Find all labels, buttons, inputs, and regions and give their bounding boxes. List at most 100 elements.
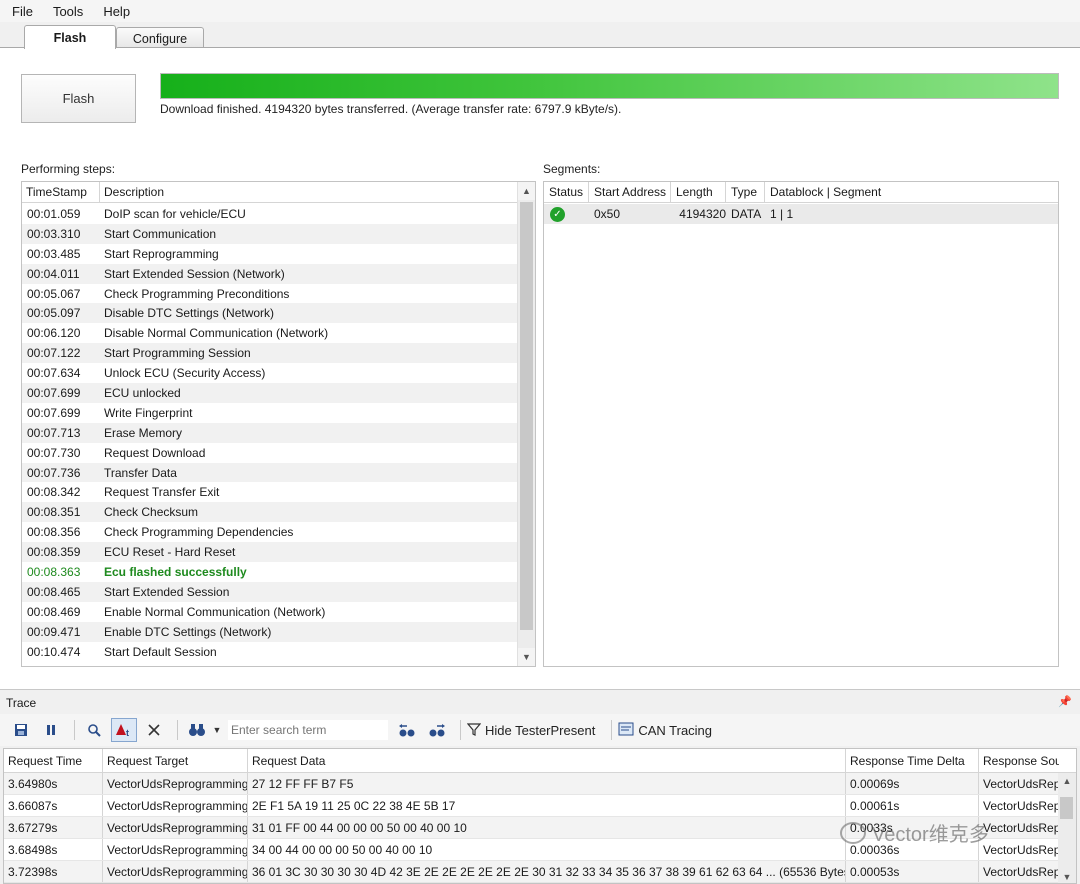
step-description: Enable Normal Communication (Network) <box>104 604 326 619</box>
step-row[interactable]: 00:07.730 Request Download <box>22 443 517 463</box>
step-row[interactable]: 00:07.713 Erase Memory <box>22 422 517 443</box>
can-tracing-button[interactable]: CAN Tracing <box>618 722 712 739</box>
steps-list[interactable]: TimeStamp Description 00:01.059 DoIP scan… <box>21 181 536 667</box>
step-description: Check Programming Preconditions <box>104 286 290 301</box>
step-row[interactable]: 00:03.310 Start Communication <box>22 223 517 244</box>
table-row[interactable]: 3.64980s VectorUdsReprogramming 27 12 FF F… <box>4 773 1076 795</box>
column-datablock[interactable]: Datablock | Segment <box>765 182 1058 202</box>
scroll-down-icon[interactable]: ▼ <box>518 648 535 666</box>
step-description: Disable DTC Settings (Network) <box>104 306 275 321</box>
table-row[interactable]: 3.72398s VectorUdsReprogramming 36 01 3C 3… <box>4 861 1076 883</box>
step-row[interactable]: 00:08.363 Ecu flashed successfully <box>22 562 517 582</box>
step-row[interactable]: 00:07.736 Transfer Data <box>22 462 517 483</box>
step-row[interactable]: 00:05.067 Check Programming Preconditions <box>22 284 517 304</box>
menu-tools[interactable]: Tools <box>53 4 83 19</box>
trace-request-target: VectorUdsReprogramming <box>103 861 248 882</box>
column-response-delta[interactable]: Response Time Delta <box>846 749 979 772</box>
steps-header: TimeStamp Description <box>22 182 517 203</box>
step-row[interactable]: 00:08.351 Check Checksum <box>22 502 517 523</box>
segment-datablock: 1 | 1 <box>770 207 794 221</box>
column-timestamp[interactable]: TimeStamp <box>22 182 100 202</box>
menu-file[interactable]: File <box>12 4 33 19</box>
trace-scrollbar[interactable]: ▲ ▼ <box>1058 773 1076 883</box>
segment-row[interactable]: ✓ 0x50 4194320 DATA 1 | 1 <box>544 204 1058 224</box>
scroll-thumb[interactable] <box>520 202 533 630</box>
column-response-source[interactable]: Response Source <box>979 749 1059 772</box>
column-start-address[interactable]: Start Address <box>589 182 671 202</box>
step-row[interactable]: 00:09.471 Enable DTC Settings (Network) <box>22 621 517 642</box>
step-description: Ecu flashed successfully <box>104 564 247 579</box>
column-length[interactable]: Length <box>671 182 726 202</box>
step-row[interactable]: 00:07.699 Write Fingerprint <box>22 403 517 423</box>
trace-response-delta: 0.00053s <box>846 861 979 882</box>
step-row[interactable]: 00:08.356 Check Programming Dependencies <box>22 522 517 542</box>
step-row[interactable]: 00:04.011 Start Extended Session (Network… <box>22 263 517 284</box>
step-timestamp: 00:08.359 <box>27 545 81 560</box>
find-next-icon[interactable] <box>424 718 450 742</box>
step-timestamp: 00:07.736 <box>27 465 81 480</box>
scroll-thumb[interactable] <box>1060 797 1073 819</box>
step-row[interactable]: 00:03.485 Start Reprogramming <box>22 244 517 264</box>
scroll-up-icon[interactable]: ▲ <box>1058 773 1076 789</box>
find-previous-icon[interactable] <box>394 718 420 742</box>
tab-configure[interactable]: Configure <box>116 27 204 49</box>
column-request-target[interactable]: Request Target <box>103 749 248 772</box>
step-description: Start Default Session <box>104 644 217 659</box>
step-row[interactable]: 00:08.465 Start Extended Session <box>22 581 517 602</box>
trace-request-time: 3.66087s <box>4 795 103 816</box>
column-description[interactable]: Description <box>100 182 517 202</box>
step-row[interactable]: 00:06.120 Disable Normal Communication (N… <box>22 323 517 343</box>
step-row[interactable]: 00:08.342 Request Transfer Exit <box>22 482 517 502</box>
step-description: Request Download <box>104 445 206 460</box>
column-status[interactable]: Status <box>544 182 589 202</box>
segments-table[interactable]: Status Start Address Length Type Datablo… <box>543 181 1059 667</box>
search-input[interactable] <box>228 720 388 740</box>
step-row[interactable]: 00:10.474 Start Default Session <box>22 642 517 662</box>
trace-request-target: VectorUdsReprogramming <box>103 795 248 816</box>
binoculars-icon[interactable] <box>184 718 210 742</box>
column-request-data[interactable]: Request Data <box>248 749 846 772</box>
column-request-time[interactable]: Request Time <box>4 749 103 772</box>
pause-icon[interactable] <box>38 718 64 742</box>
trace-title-bar: Trace 📌 <box>0 692 1080 714</box>
tab-flash[interactable]: Flash <box>24 25 116 49</box>
pin-icon[interactable]: 📌 <box>1058 695 1072 708</box>
scroll-up-icon[interactable]: ▲ <box>518 182 535 200</box>
step-row[interactable]: 00:07.634 Unlock ECU (Security Access) <box>22 363 517 383</box>
segment-length: 4194320 <box>679 207 726 221</box>
step-row[interactable]: 00:08.469 Enable Normal Communication (Ne… <box>22 602 517 622</box>
can-tracing-label: CAN Tracing <box>638 722 713 738</box>
clear-icon[interactable] <box>141 718 167 742</box>
step-timestamp: 00:08.356 <box>27 525 81 540</box>
segment-type: DATA <box>731 207 762 221</box>
column-type[interactable]: Type <box>726 182 765 202</box>
step-row[interactable]: 00:07.699 ECU unlocked <box>22 383 517 403</box>
step-row[interactable]: 00:01.059 DoIP scan for vehicle/ECU <box>22 204 517 224</box>
step-row[interactable]: 00:05.097 Disable DTC Settings (Network) <box>22 303 517 324</box>
step-description: Start Reprogramming <box>104 246 219 261</box>
autoscroll-icon[interactable]: t <box>111 718 137 742</box>
scroll-down-icon[interactable]: ▼ <box>1058 869 1076 883</box>
step-timestamp: 00:06.120 <box>27 326 81 341</box>
menu-help[interactable]: Help <box>103 4 130 19</box>
trace-header: Request Time Request Target Request Data… <box>4 749 1076 773</box>
step-row[interactable]: 00:07.122 Start Programming Session <box>22 343 517 364</box>
trace-request-time: 3.72398s <box>4 861 103 882</box>
step-row[interactable]: 00:08.359 ECU Reset - Hard Reset <box>22 542 517 563</box>
flash-button[interactable]: Flash <box>21 74 136 123</box>
hide-testerpresent-button[interactable]: Hide TesterPresent <box>466 722 595 739</box>
steps-rows: 00:01.059 DoIP scan for vehicle/ECU 00:03.… <box>22 204 517 661</box>
save-icon[interactable] <box>8 718 34 742</box>
step-description: Start Extended Session <box>104 584 230 599</box>
trace-table[interactable]: Request Time Request Target Request Data… <box>3 748 1077 884</box>
zoom-icon[interactable] <box>81 718 107 742</box>
progress-status-text: Download finished. 4194320 bytes transfe… <box>160 102 622 116</box>
step-description: Erase Memory <box>104 425 183 440</box>
menu-bar: File Tools Help <box>0 0 1080 22</box>
step-timestamp: 00:07.699 <box>27 405 81 420</box>
chevron-down-icon[interactable]: ▼ <box>210 718 224 742</box>
table-row[interactable]: 3.66087s VectorUdsReprogramming 2E F1 5A 1… <box>4 795 1076 817</box>
tab-strip: Flash Configure <box>0 22 1080 49</box>
trace-response-delta: 0.00061s <box>846 795 979 816</box>
steps-scrollbar[interactable]: ▲ ▼ <box>517 182 535 666</box>
